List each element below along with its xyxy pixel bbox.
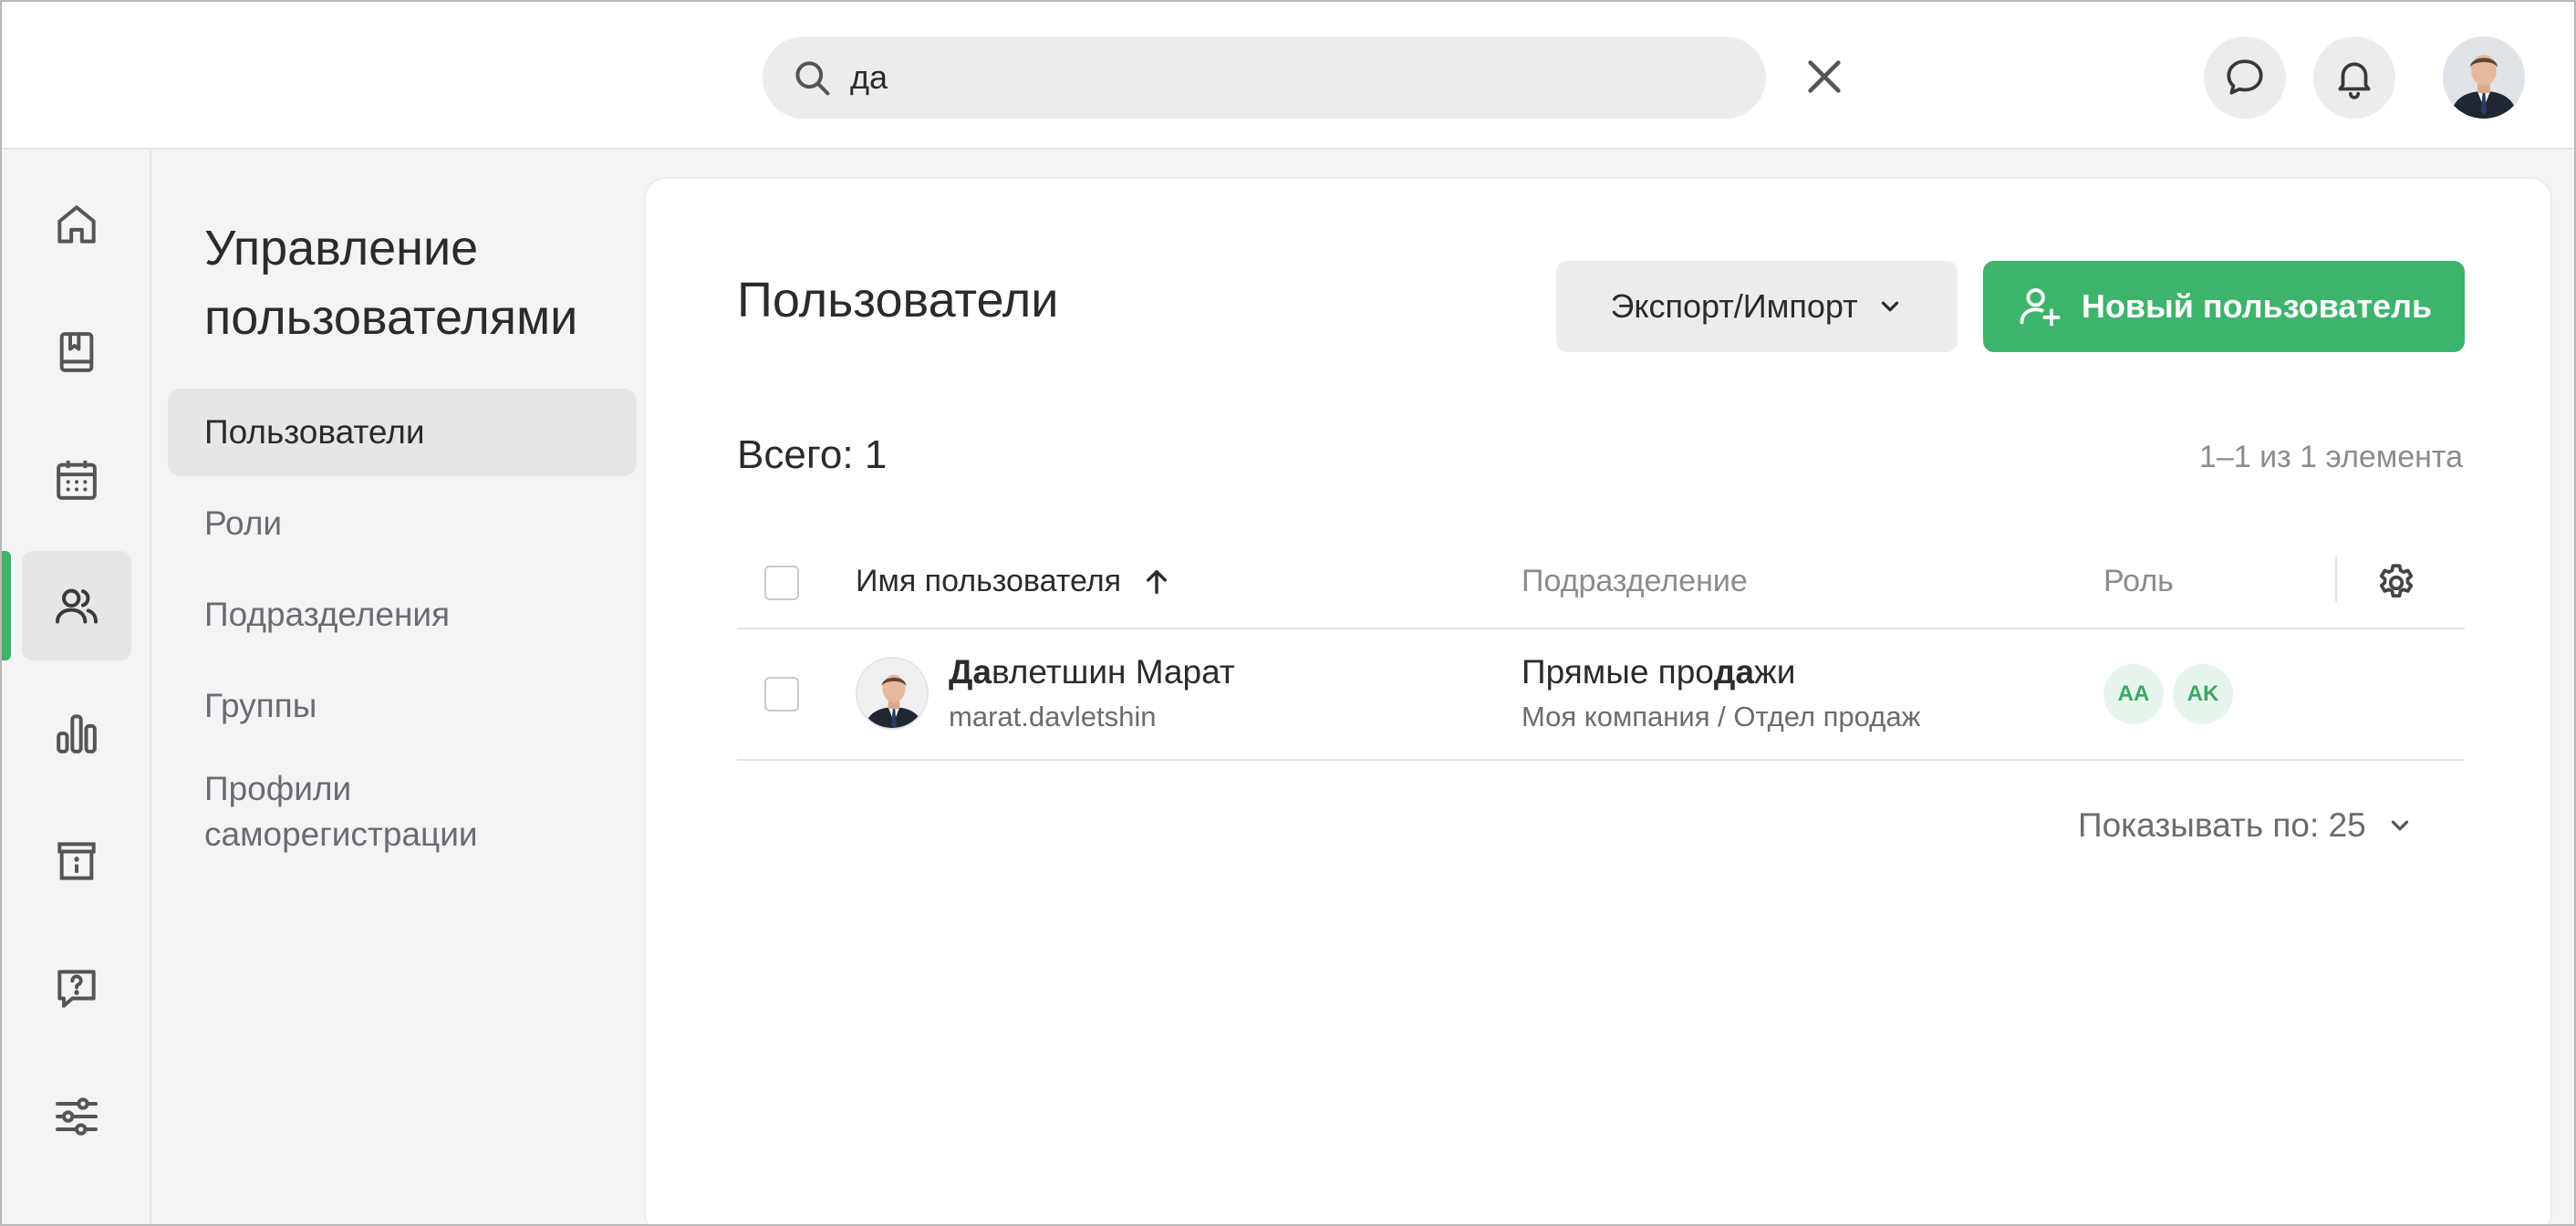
column-divider <box>2335 556 2337 602</box>
department-name: Прямые продажи <box>1522 653 1795 691</box>
export-import-button[interactable]: Экспорт/Импорт <box>1556 261 1958 352</box>
help-chat-icon <box>57 970 96 1008</box>
table-header: Имя пользователя Подразделение Роль <box>737 538 2465 629</box>
gear-icon[interactable] <box>2373 560 2419 606</box>
subnav-item-roles[interactable]: Роли <box>168 480 637 567</box>
avatar-image <box>857 659 927 728</box>
page-title: Пользователи <box>737 273 1059 327</box>
user-name[interactable]: Давлетшин Марат <box>949 653 1235 691</box>
total-count: Всего: 1 <box>737 432 888 477</box>
role-badge[interactable]: AK <box>2173 664 2233 724</box>
export-import-label: Экспорт/Импорт <box>1610 287 1858 325</box>
user-avatar[interactable] <box>2443 36 2525 119</box>
column-header-label: Имя пользователя <box>856 564 1121 598</box>
section-title: Управление пользователями <box>204 213 624 352</box>
avatar <box>856 657 929 730</box>
secondary-nav: Управление пользователями Пользователи Р… <box>153 150 646 1224</box>
subnav-item-label: Роли <box>204 504 283 542</box>
search-box[interactable] <box>763 36 1766 119</box>
notifications-button[interactable] <box>2313 36 2395 119</box>
icon-rail <box>2 150 151 1224</box>
info-box-icon <box>57 842 96 880</box>
main-content: Пользователи Экспорт/Импорт Новый пользо… <box>644 177 2552 1224</box>
subnav-item-label: Группы <box>204 687 317 724</box>
table-row[interactable]: Давлетшин Марат marat.davletshin Прямые … <box>737 629 2465 761</box>
calendar-icon <box>57 461 97 500</box>
subnav-item-self-registration[interactable]: Профили саморегистрации <box>168 766 637 867</box>
subnav-item-label: Профили <box>204 770 352 807</box>
department-name-part: жи <box>1753 653 1796 691</box>
rail-item-users[interactable] <box>22 551 131 660</box>
active-indicator <box>2 551 11 660</box>
rail-item-home[interactable] <box>22 170 131 279</box>
app-window: Управление пользователями Пользователи Р… <box>0 0 2576 1226</box>
subnav-item-groups[interactable]: Группы <box>168 662 637 750</box>
top-bar <box>2 2 2574 150</box>
new-user-button[interactable]: Новый пользователь <box>1983 261 2465 352</box>
chevron-down-icon <box>2391 820 2408 831</box>
user-name-rest: влетшин Марат <box>991 653 1235 691</box>
sliders-icon <box>56 1097 98 1136</box>
section-title-line: пользователями <box>204 290 578 345</box>
user-login: marat.davletshin <box>949 701 1157 732</box>
rail-item-knowledge[interactable] <box>22 297 131 407</box>
section-title-line: Управление <box>204 221 479 275</box>
book-icon <box>59 332 94 372</box>
column-header-role[interactable]: Роль <box>2103 564 2174 599</box>
department-name-part: Прямые про <box>1522 653 1714 691</box>
rail-item-info[interactable] <box>22 806 131 916</box>
row-checkbox[interactable] <box>764 677 799 712</box>
search-match: да <box>1713 653 1754 691</box>
rail-item-help[interactable] <box>22 934 131 1044</box>
page-size-select[interactable]: Показывать по: 25 <box>2078 806 2414 845</box>
role-badge[interactable]: AA <box>2103 664 2164 724</box>
users-table: Имя пользователя Подразделение Роль Давл… <box>737 538 2465 761</box>
new-user-label: Новый пользователь <box>2081 287 2433 325</box>
column-header-name[interactable]: Имя пользователя <box>856 564 1172 599</box>
department-path: Моя компания / Отдел продаж <box>1522 701 1921 732</box>
chevron-down-icon <box>1881 301 1898 312</box>
column-header-department[interactable]: Подразделение <box>1522 564 1748 599</box>
subnav-item-departments[interactable]: Подразделения <box>168 571 637 659</box>
home-icon <box>57 205 96 244</box>
range-label: 1–1 из 1 элемента <box>2198 440 2463 474</box>
search-input[interactable] <box>850 36 1744 119</box>
rail-item-analytics[interactable] <box>22 679 131 788</box>
subnav-item-label: саморегистрации <box>204 816 478 853</box>
rail-item-settings[interactable] <box>22 1062 131 1171</box>
bell-icon <box>2338 62 2371 99</box>
chat-button[interactable] <box>2204 36 2286 119</box>
subnav-item-label: Пользователи <box>204 413 425 451</box>
sort-arrow-up-icon <box>1147 569 1167 594</box>
select-all-checkbox[interactable] <box>764 566 799 600</box>
subnav-item-label: Подразделения <box>204 596 451 633</box>
search-match: Да <box>949 653 992 691</box>
bar-chart-icon <box>57 714 97 753</box>
subnav-item-users[interactable]: Пользователи <box>168 389 637 476</box>
users-icon <box>56 588 98 624</box>
add-user-icon <box>2020 288 2061 327</box>
search-icon <box>795 61 830 96</box>
chat-icon <box>2227 59 2263 95</box>
rail-item-calendar[interactable] <box>22 425 131 535</box>
avatar-image <box>2443 36 2525 119</box>
page-size-label: Показывать по: 25 <box>2078 806 2366 844</box>
clear-search-icon[interactable] <box>1803 56 1845 98</box>
